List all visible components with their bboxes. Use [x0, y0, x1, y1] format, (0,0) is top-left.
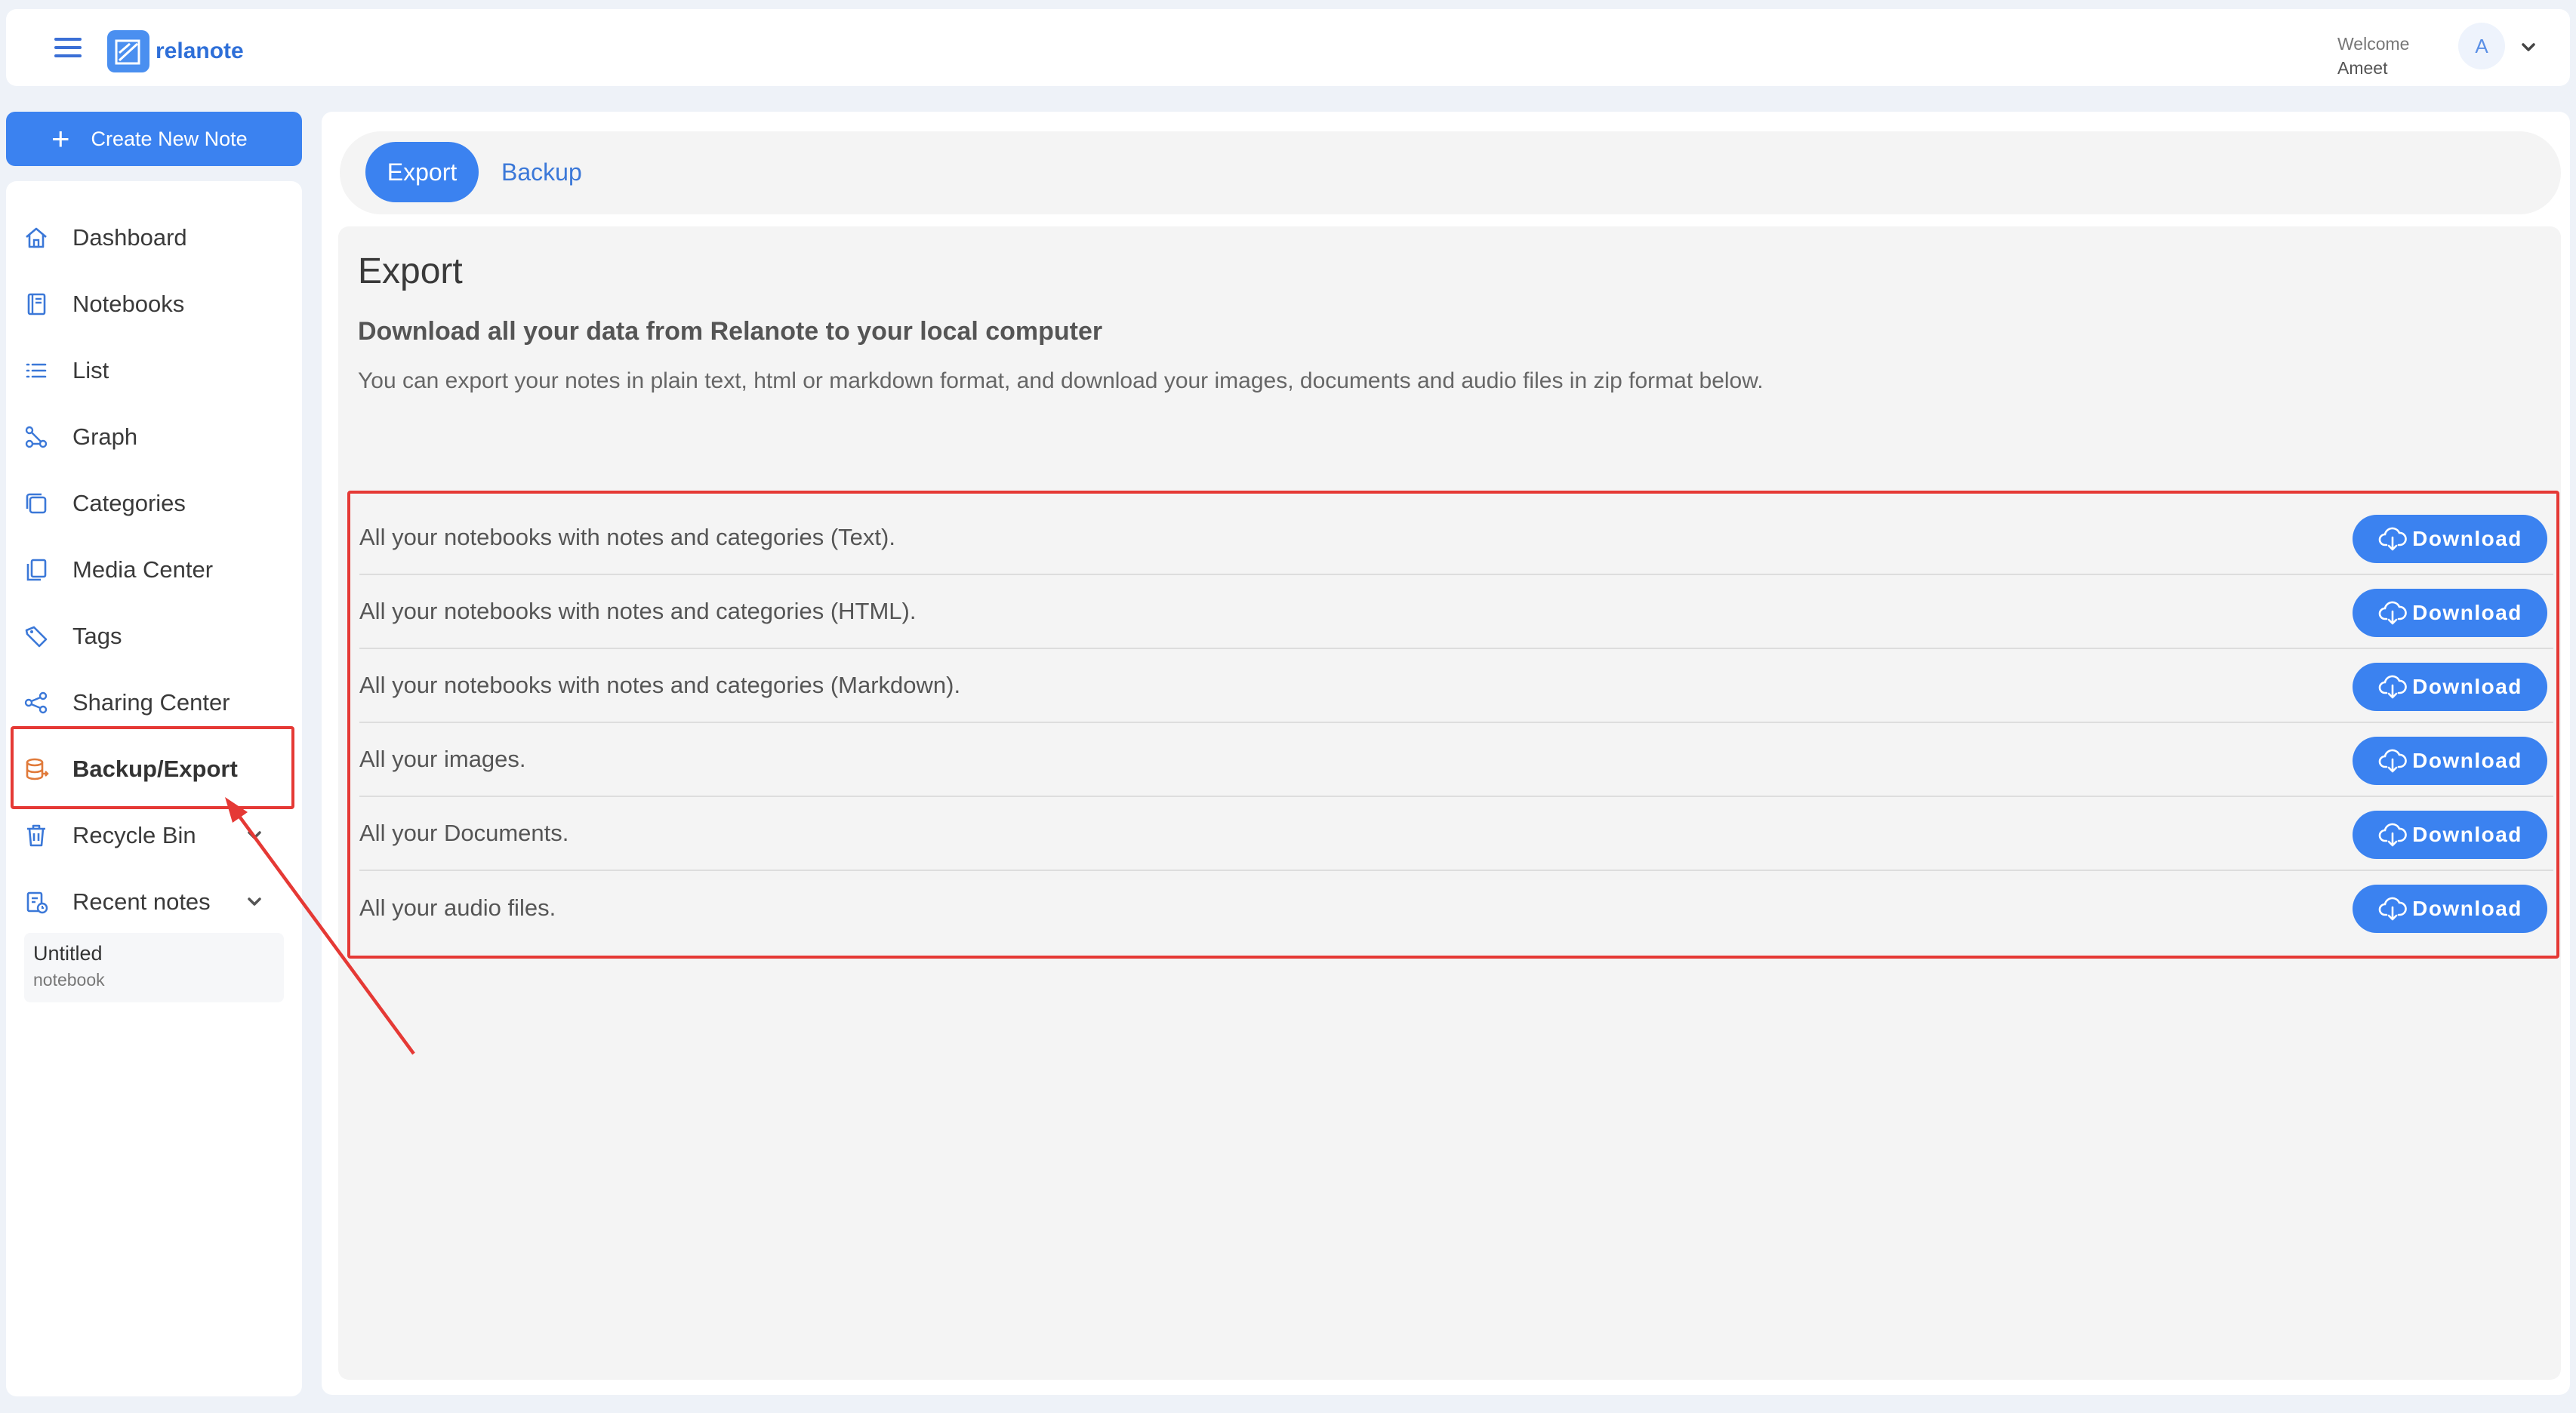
cloud-download-icon [2378, 527, 2407, 551]
user-name: Ameet [2337, 58, 2388, 78]
cloud-download-icon [2378, 675, 2407, 699]
trash-icon [27, 824, 45, 847]
logo[interactable]: relanote [107, 30, 244, 72]
download-label: Download [2412, 749, 2522, 772]
sidebar-item-label: Recycle Bin [72, 822, 196, 848]
export-row-label: All your audio files. [359, 894, 556, 921]
download-label: Download [2412, 675, 2522, 698]
export-row-html: All your notebooks with notes and catego… [359, 575, 2553, 649]
sidebar-item-label: Graph [72, 423, 138, 450]
chevron-down-icon[interactable] [245, 892, 264, 912]
sidebar-item-categories[interactable]: Categories [23, 479, 279, 528]
download-label: Download [2412, 601, 2522, 624]
share-icon [24, 691, 48, 714]
sidebar-item-sharing-center[interactable]: Sharing Center [23, 678, 279, 728]
export-description: You can export your notes in plain text,… [358, 368, 1764, 393]
sidebar-item-label: Backup/Export [72, 756, 238, 782]
export-row-label: All your notebooks with notes and catego… [359, 672, 961, 698]
sidebar-item-recycle-bin[interactable]: Recycle Bin [23, 811, 279, 860]
export-row-label: All your Documents. [359, 820, 569, 846]
sidebar-item-label: Media Center [72, 556, 214, 583]
sidebar-item-recent-notes[interactable]: Recent notes [23, 877, 279, 927]
sidebar-item-label: Tags [72, 623, 122, 649]
sidebar-item-tags[interactable]: Tags [23, 611, 279, 661]
download-button[interactable]: Download [2353, 885, 2547, 933]
list-icon [26, 363, 47, 378]
tag-icon [25, 626, 48, 648]
media-icon [26, 559, 47, 581]
page-title: Export [358, 251, 463, 291]
export-row-audio: All your audio files. Download [359, 871, 2553, 945]
export-row-label: All your notebooks with notes and catego… [359, 598, 917, 624]
notebook-icon [27, 293, 46, 316]
export-list: All your notebooks with notes and catego… [347, 491, 2559, 959]
create-new-note-button[interactable]: + Create New Note [6, 112, 302, 166]
cloud-download-icon [2378, 897, 2407, 921]
export-subtitle: Download all your data from Relanote to … [358, 317, 1103, 346]
sidebar-item-label: Recent notes [72, 888, 211, 915]
tab-export[interactable]: Export [365, 142, 479, 202]
avatar[interactable]: A [2458, 23, 2505, 69]
sidebar-item-media-center[interactable]: Media Center [23, 545, 279, 595]
logo-text: relanote [156, 38, 244, 63]
plus-icon: + [51, 121, 70, 156]
download-button[interactable]: Download [2353, 589, 2547, 637]
tab-backup[interactable]: Backup [501, 142, 582, 202]
download-button[interactable]: Download [2353, 737, 2547, 785]
graph-icon [25, 426, 48, 448]
export-row-label: All your images. [359, 746, 526, 772]
sidebar-item-label: Dashboard [72, 224, 187, 251]
logo-icon [107, 30, 149, 72]
export-row-label: All your notebooks with notes and catego… [359, 524, 895, 550]
chevron-down-icon[interactable] [2519, 38, 2538, 57]
download-button[interactable]: Download [2353, 663, 2547, 711]
sidebar-item-dashboard[interactable]: Dashboard [23, 213, 279, 263]
recent-note-subtitle: notebook [33, 970, 105, 990]
download-label: Download [2412, 527, 2522, 550]
export-row-documents: All your Documents. Download [359, 797, 2553, 871]
export-row-images: All your images. Download [359, 723, 2553, 797]
export-row-text: All your notebooks with notes and catego… [359, 501, 2553, 575]
sidebar-item-backup-export[interactable]: Backup/Export [23, 744, 279, 794]
download-label: Download [2412, 897, 2522, 920]
sidebar-item-label: Categories [72, 490, 186, 516]
recent-notes-icon [26, 891, 48, 914]
recent-note-item[interactable]: Untitled notebook [24, 933, 284, 1002]
chevron-down-icon[interactable] [245, 826, 264, 845]
download-button[interactable]: Download [2353, 811, 2547, 859]
tabs-bar [340, 131, 2561, 214]
cloud-download-icon [2378, 749, 2407, 773]
sidebar-item-label: Sharing Center [72, 689, 230, 716]
sidebar-item-list[interactable]: List [23, 346, 279, 396]
sidebar-item-graph[interactable]: Graph [23, 412, 279, 462]
welcome-label: Welcome [2337, 34, 2410, 54]
sidebar-item-notebooks[interactable]: Notebooks [23, 279, 279, 329]
download-button[interactable]: Download [2353, 515, 2547, 563]
cloud-download-icon [2378, 823, 2407, 847]
home-icon [26, 227, 47, 248]
export-row-markdown: All your notebooks with notes and catego… [359, 649, 2553, 723]
categories-icon [26, 493, 47, 514]
sidebar-item-label: Notebooks [72, 291, 185, 317]
database-icon [26, 758, 49, 780]
recent-note-title: Untitled [33, 942, 103, 965]
welcome-block: Welcome Ameet [2337, 32, 2409, 80]
create-new-note-label: Create New Note [91, 127, 248, 150]
sidebar-item-label: List [72, 357, 109, 383]
menu-icon[interactable] [54, 35, 86, 60]
download-label: Download [2412, 823, 2522, 846]
top-bar: relanote Welcome Ameet [6, 9, 2570, 86]
cloud-download-icon [2378, 601, 2407, 625]
